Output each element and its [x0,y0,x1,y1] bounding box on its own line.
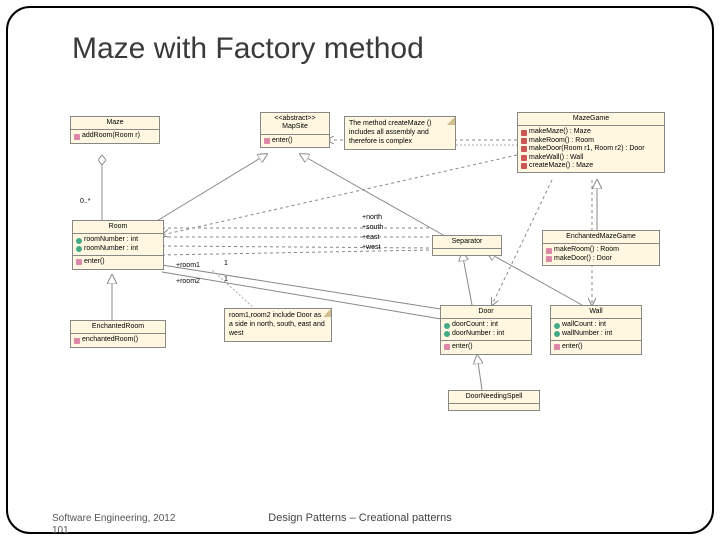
visibility-icon [76,246,82,252]
class-enchantedroom: EnchantedRoom enchantedRoom() [70,320,166,348]
visibility-icon [76,238,82,244]
assoc-north: +north [362,214,382,221]
visibility-icon [521,163,527,169]
class-maze: Maze addRoom(Room r) [70,116,160,144]
visibility-icon [444,331,450,337]
stereotype: <<abstract>> [264,115,326,123]
visibility-icon [74,338,80,344]
mult-one-b: 1 [224,276,228,283]
footer-center: Design Patterns – Creational patterns [0,512,720,524]
class-name: Door [441,306,531,319]
visibility-icon [521,138,527,144]
visibility-icon [74,134,80,140]
class-name: Separator [433,236,501,249]
class-mapsite: <<abstract>> MapSite enter() [260,112,330,148]
slide-title: Maze with Factory method [72,32,424,66]
assoc-west: +west [362,244,380,251]
class-name: MapSite [264,123,326,131]
visibility-icon [546,256,552,262]
class-door: Door doorCount : int doorNumber : int en… [440,305,532,355]
footer-slidenum: 101 [52,525,69,536]
assoc-room2: +room2 [176,278,200,285]
multiplicity-label: 0..* [80,198,91,205]
class-name: DoorNeedingSpell [449,391,539,404]
class-name: Room [73,221,163,234]
note-createmaze: The method createMaze () includes all as… [344,116,456,150]
visibility-icon [554,344,560,350]
visibility-icon [521,146,527,152]
uml-diagram: Maze addRoom(Room r) <<abstract>> MapSit… [52,110,672,430]
note-roomincludes: room1,room2 include Door as a side in no… [224,308,332,342]
class-name: EnchantedMazeGame [543,231,659,244]
assoc-east: +east [362,234,379,241]
visibility-icon [444,344,450,350]
visibility-icon [76,259,82,265]
visibility-icon [554,323,560,329]
assoc-room1: +room1 [176,262,200,269]
visibility-icon [444,323,450,329]
class-name: Wall [551,306,641,319]
visibility-icon [546,248,552,254]
visibility-icon [521,130,527,136]
class-name: MazeGame [518,113,664,126]
visibility-icon [554,331,560,337]
class-wall: Wall wallCount : int wallNumber : int en… [550,305,642,355]
class-name: Maze [71,117,159,130]
mult-one-a: 1 [224,260,228,267]
class-doorneedingspell: DoorNeedingSpell [448,390,540,411]
class-enchantedmazegame: EnchantedMazeGame makeRoom() : Room make… [542,230,660,266]
class-room: Room roomNumber : int roomNumber : int e… [72,220,164,270]
class-mazegame: MazeGame makeMaze() : Maze makeRoom() : … [517,112,665,173]
class-separator: Separator [432,235,502,256]
visibility-icon [521,155,527,161]
class-name: EnchantedRoom [71,321,165,334]
assoc-south: +south [362,224,383,231]
visibility-icon [264,138,270,144]
